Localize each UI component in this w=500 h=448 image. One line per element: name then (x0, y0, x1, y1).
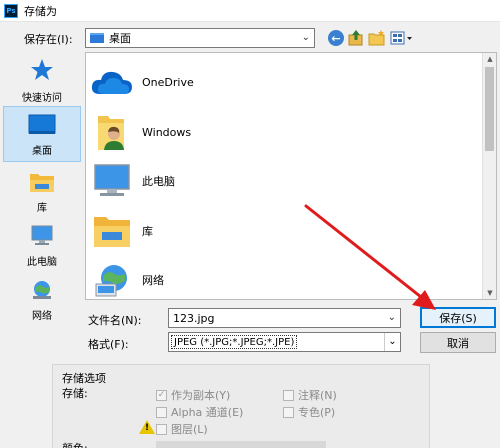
library-folder-icon (94, 217, 130, 247)
checkbox-box (156, 406, 167, 418)
save-in-label: 保存在(I): (24, 33, 73, 46)
chevron-down-icon: ⌄ (301, 32, 310, 43)
file-name: Windows (142, 125, 192, 139)
place-quick-access[interactable]: 快速访问 (3, 52, 81, 108)
list-item-this-pc[interactable]: 此电脑 (90, 157, 470, 205)
library-icon (30, 174, 54, 192)
new-folder-button[interactable] (367, 28, 387, 48)
color-label: 颜色: (62, 440, 88, 448)
place-label: 库 (37, 203, 47, 214)
as-copy-label: 作为副本(Y) (171, 389, 231, 402)
checkbox-box (283, 389, 294, 401)
file-list-scrollbar[interactable]: ▲ ▼ (482, 53, 496, 299)
place-label: 网络 (32, 311, 52, 322)
places-sidebar: 快速访问 桌面 库 此电脑 网络 (3, 52, 81, 322)
onedrive-cloud-icon (91, 71, 132, 94)
photoshop-app-icon: Ps (4, 3, 18, 18)
up-folder-button[interactable] (346, 28, 366, 48)
place-label: 此电脑 (27, 257, 57, 268)
back-arrow-icon: ← (328, 30, 344, 46)
view-menu-button[interactable] (389, 28, 415, 48)
list-item-network[interactable]: 网络 (90, 256, 470, 299)
file-name: 库 (142, 225, 153, 238)
network-globe-icon (95, 265, 127, 297)
list-item-windows[interactable]: Windows (90, 108, 470, 156)
scroll-thumb[interactable] (485, 67, 494, 151)
as-copy-checkbox[interactable]: ✓ 作为副本(Y) (156, 387, 230, 403)
desktop-folder-icon (90, 33, 104, 43)
new-folder-icon (368, 30, 385, 46)
warning-mark: ! (145, 423, 150, 433)
checkbox-box (156, 423, 167, 435)
place-network[interactable]: 网络 (3, 270, 81, 326)
place-desktop[interactable]: 桌面 (3, 106, 81, 162)
format-label: 格式(F): (88, 338, 129, 351)
spot-color-checkbox[interactable]: 专色(P) (283, 404, 335, 420)
list-item-library[interactable]: 库 (90, 207, 470, 255)
window-title: 存储为 (24, 4, 57, 18)
view-menu-icon (390, 31, 412, 45)
chevron-down-icon: ⌄ (384, 333, 400, 351)
checkmark-icon: ✓ (156, 389, 167, 401)
file-name: 此电脑 (142, 175, 175, 188)
place-this-pc[interactable]: 此电脑 (3, 216, 81, 272)
computer-icon (94, 164, 130, 196)
place-label: 快速访问 (22, 93, 62, 104)
save-options-title: 存储选项 (62, 372, 106, 385)
save-in-value: 桌面 (109, 32, 131, 45)
scroll-up-icon[interactable]: ▲ (483, 55, 496, 63)
title-bar: Ps 存储为 (0, 0, 500, 22)
format-dropdown[interactable]: JPEG (*.JPG;*.JPEG;*.JPE) ⌄ (168, 332, 401, 352)
computer-icon (31, 225, 53, 245)
alpha-label: Alpha 通道(E) (171, 406, 244, 419)
file-list: OneDrive Windows 此电脑 库 网络 ▲ ▼ (85, 52, 497, 300)
file-name: OneDrive (142, 75, 194, 89)
color-options-row (156, 441, 326, 448)
cancel-button[interactable]: 取消 (420, 332, 496, 353)
notes-checkbox[interactable]: 注释(N) (283, 387, 337, 403)
file-name: 网络 (142, 274, 164, 287)
format-value: JPEG (*.JPG;*.JPEG;*.JPE) (171, 335, 298, 349)
save-button[interactable]: 保存(S) (420, 307, 496, 328)
filename-value: 123.jpg (173, 311, 215, 325)
chevron-down-icon[interactable]: ⌄ (388, 312, 396, 323)
list-item-onedrive[interactable]: OneDrive (90, 58, 470, 106)
spot-label: 专色(P) (298, 406, 336, 419)
network-icon (33, 281, 51, 299)
store-label: 存储: (62, 387, 88, 400)
user-folder-icon (98, 116, 124, 150)
notes-label: 注释(N) (298, 389, 337, 402)
checkbox-box (283, 406, 294, 418)
save-in-dropdown[interactable]: 桌面 ⌄ (85, 28, 315, 48)
layers-checkbox[interactable]: 图层(L) (156, 421, 208, 437)
back-button[interactable]: ← (326, 28, 346, 48)
alpha-channel-checkbox[interactable]: Alpha 通道(E) (156, 404, 243, 420)
scroll-down-icon[interactable]: ▼ (483, 289, 496, 297)
desktop-icon (28, 114, 56, 134)
layers-label: 图层(L) (171, 423, 208, 436)
filename-label: 文件名(N): (88, 314, 142, 327)
place-label: 桌面 (32, 146, 52, 157)
place-library[interactable]: 库 (3, 162, 81, 218)
up-folder-icon (348, 30, 363, 46)
filename-input[interactable]: 123.jpg ⌄ (168, 308, 401, 328)
star-icon (31, 59, 53, 80)
